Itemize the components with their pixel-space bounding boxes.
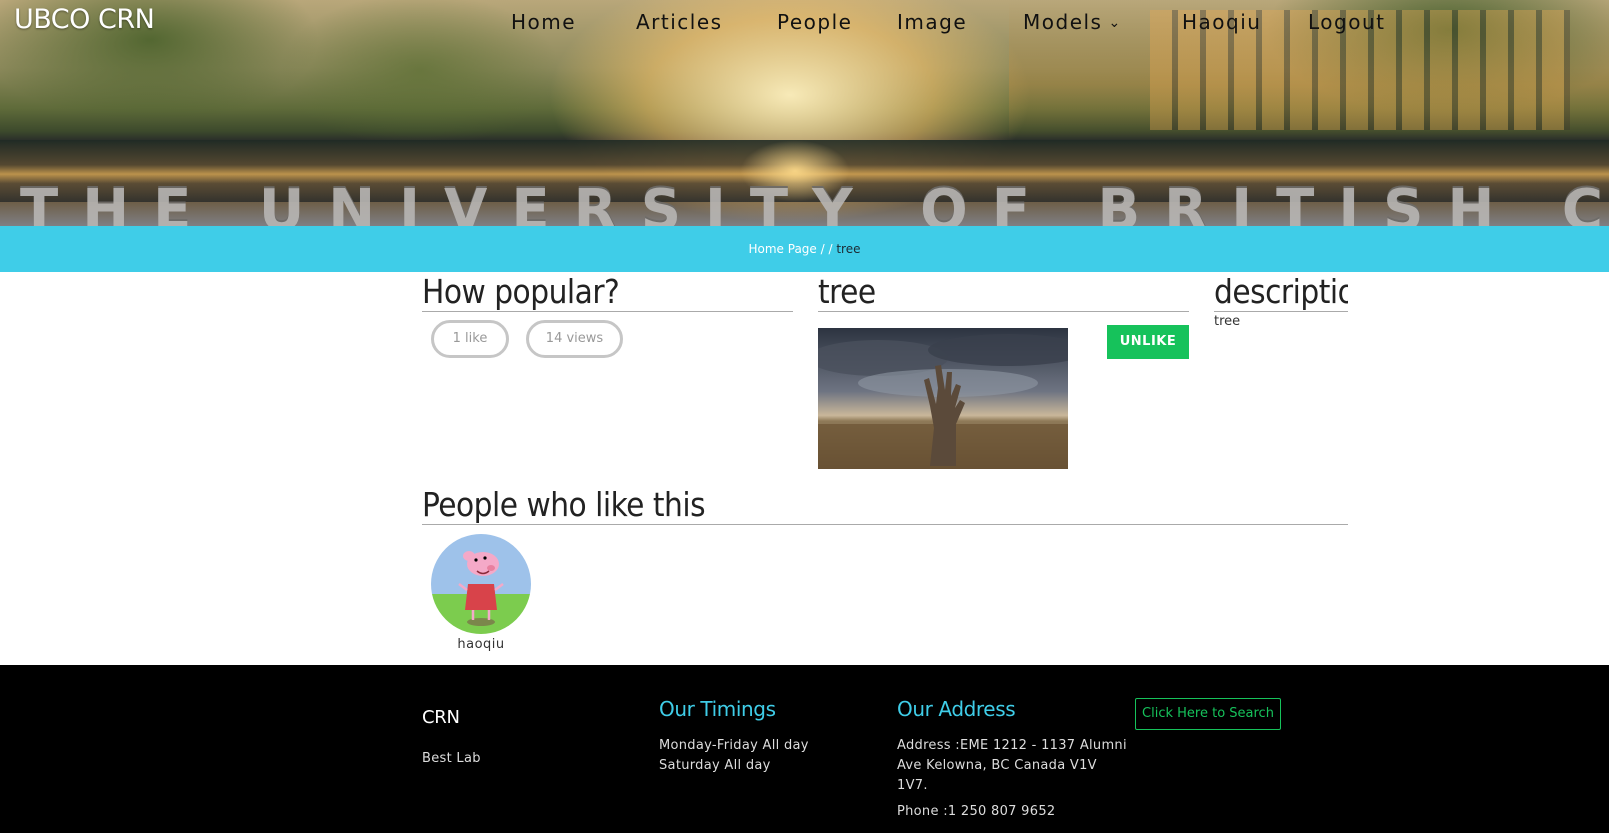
item-image xyxy=(818,328,1068,469)
nav-articles[interactable]: Articles xyxy=(636,10,723,34)
site-footer: CRN Best Lab Our Timings Monday-Friday A… xyxy=(0,665,1609,833)
nav-image[interactable]: Image xyxy=(897,10,967,34)
tree-hand-photo xyxy=(818,328,1068,469)
footer-timings-title: Our Timings xyxy=(659,697,776,721)
footer-address-line: Ave Kelowna, BC Canada V1V xyxy=(897,758,1097,773)
peppa-pig-avatar-icon xyxy=(431,534,531,634)
footer-tagline: Best Lab xyxy=(422,751,481,766)
footer-address-line: Address :EME 1212 - 1137 Alumni xyxy=(897,738,1127,753)
description-title: description xyxy=(1214,272,1348,312)
footer-brand: CRN xyxy=(422,707,460,728)
site-brand[interactable]: UBCO CRN xyxy=(14,4,155,35)
nav-user[interactable]: Haoqiu xyxy=(1182,10,1261,34)
nav-models[interactable]: Models ⌄ xyxy=(1023,10,1122,34)
chevron-down-icon: ⌄ xyxy=(1108,15,1122,31)
views-count-badge: 14 views xyxy=(526,320,623,358)
description-text: tree xyxy=(1214,314,1241,329)
likes-count-badge: 1 like xyxy=(431,320,509,358)
nav-home[interactable]: Home xyxy=(511,10,576,34)
footer-timings-weekday: Monday-Friday All day xyxy=(659,738,809,753)
breadcrumb: Home Page / / tree xyxy=(0,226,1609,272)
footer-address-line: 1V7. xyxy=(897,778,928,793)
liker-name[interactable]: haoqiu xyxy=(431,637,531,652)
hero-wall-lettering: THE UNIVERSITY OF BRITISH COLU xyxy=(20,178,1609,226)
unlike-button[interactable]: UNLIKE xyxy=(1107,325,1189,359)
popularity-title: How popular? xyxy=(422,272,793,312)
breadcrumb-separator: / / xyxy=(816,242,837,256)
nav-logout[interactable]: Logout xyxy=(1308,10,1385,34)
avatar[interactable] xyxy=(431,534,531,634)
nav-models-label: Models xyxy=(1023,10,1103,34)
item-title: tree xyxy=(818,272,1189,312)
search-button[interactable]: Click Here to Search xyxy=(1135,698,1281,730)
likers-title: People who like this xyxy=(422,485,1348,525)
nav-people[interactable]: People xyxy=(777,10,852,34)
breadcrumb-home-link[interactable]: Home Page xyxy=(749,242,817,256)
footer-address-title: Our Address xyxy=(897,697,1016,721)
breadcrumb-current: tree xyxy=(836,242,861,256)
footer-timings-saturday: Saturday All day xyxy=(659,758,771,773)
footer-phone: Phone :1 250 807 9652 xyxy=(897,804,1056,819)
